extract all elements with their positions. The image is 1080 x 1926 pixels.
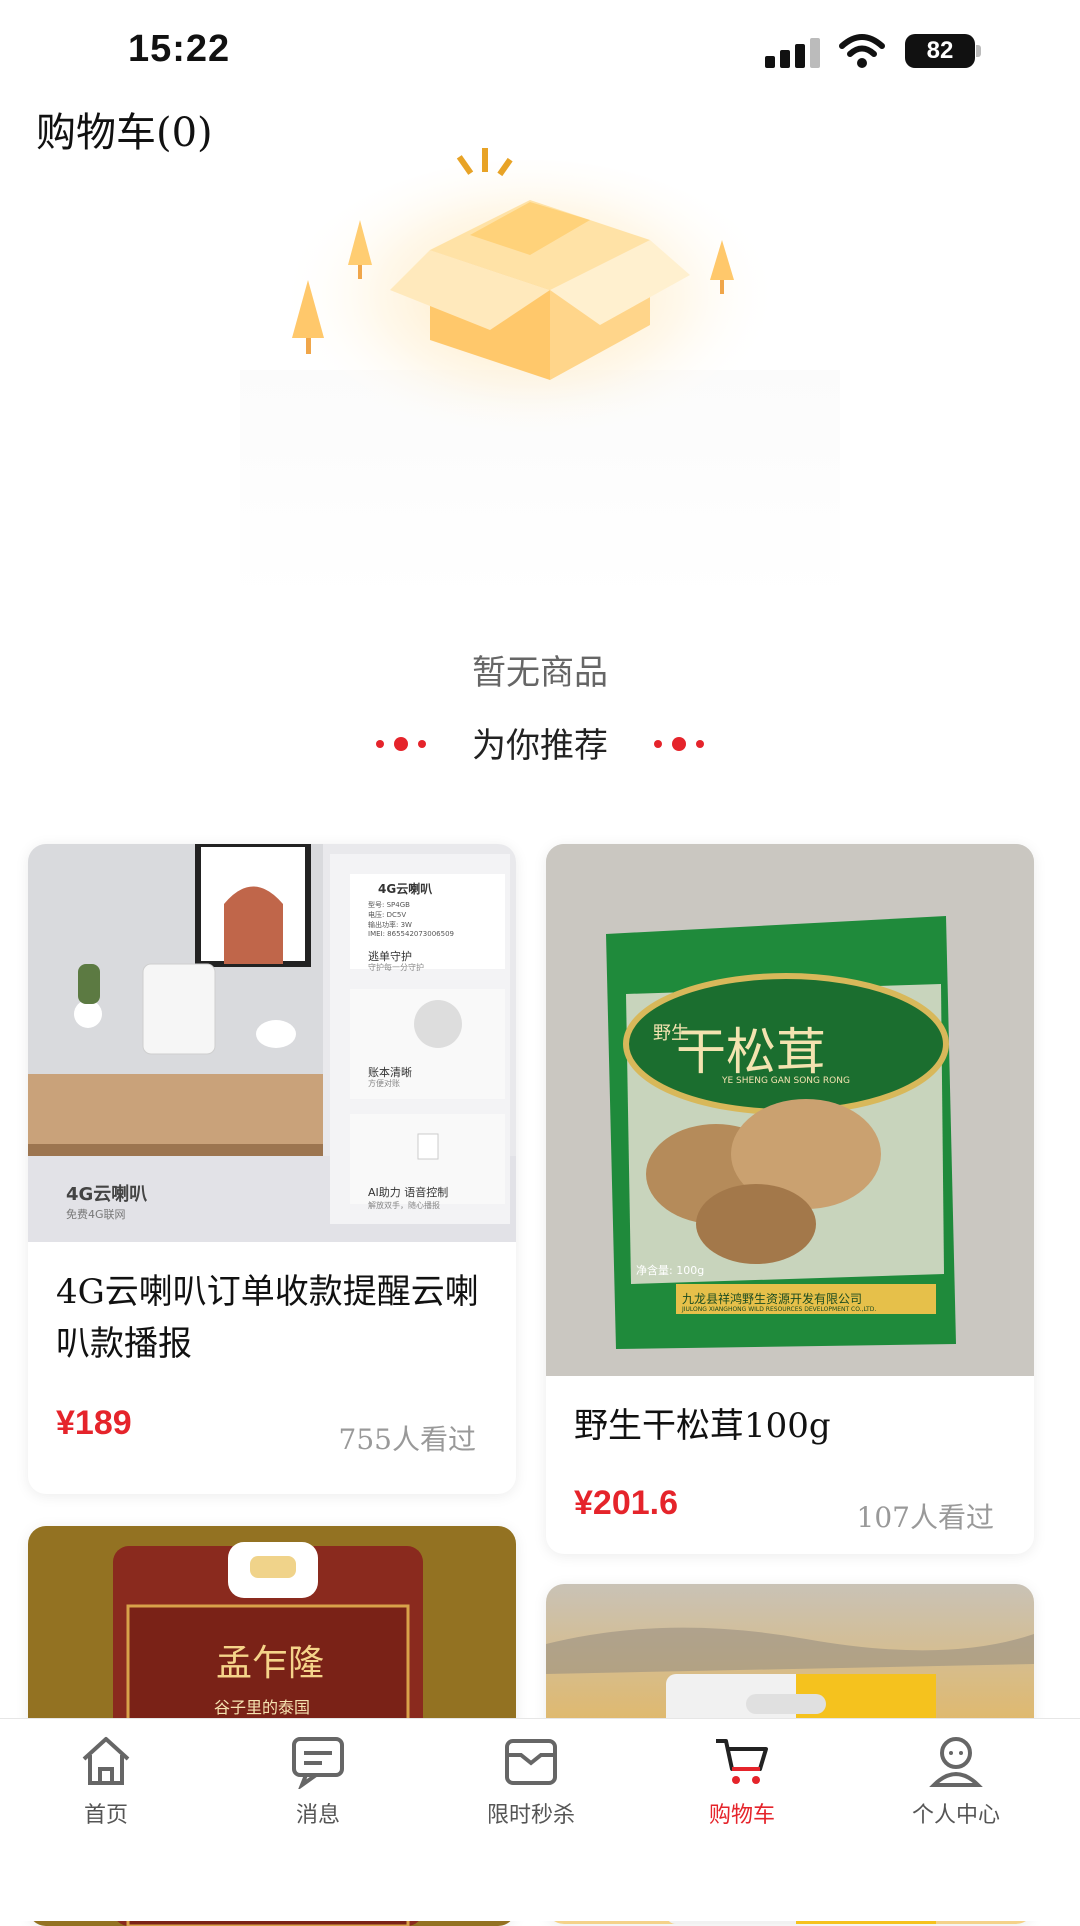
empty-cart-text: 暂无商品 xyxy=(472,653,608,693)
bag-pinyin: YE SHENG GAN SONG RONG xyxy=(722,1076,850,1086)
spec-line: 型号: SP4GB xyxy=(368,901,410,909)
tab-label: 购物车 xyxy=(708,1803,775,1828)
tab-flash-sale[interactable]: 限时秒杀 xyxy=(451,1733,611,1829)
page-title: 购物车(0) xyxy=(36,110,213,156)
panel-label: AI助力 语音控制 xyxy=(368,1186,449,1199)
product-image[interactable]: 野生 干松茸 YE SHENG GAN SONG RONG 净含量: 100g … xyxy=(546,844,1034,1376)
product-card[interactable]: 4G云喇叭 免费4G联网 4G云喇叭 型号: SP4GB 电压: DC5V 输出… xyxy=(28,844,516,1494)
wifi-icon xyxy=(839,34,885,68)
flash-sale-icon xyxy=(505,1739,557,1785)
profile-icon xyxy=(929,1737,983,1787)
battery-icon: 82 xyxy=(905,34,981,68)
tab-label: 限时秒杀 xyxy=(486,1803,575,1828)
decor-dots-right xyxy=(649,733,709,752)
product-image[interactable]: 4G云喇叭 免费4G联网 4G云喇叭 型号: SP4GB 电压: DC5V 输出… xyxy=(28,844,516,1242)
product-name[interactable]: 野生干松茸100g xyxy=(574,1400,1006,1452)
spec-title: 4G云喇叭 xyxy=(378,882,433,896)
product-name[interactable]: 4G云喇叭订单收款提醒云喇叭款播报 xyxy=(56,1266,488,1370)
image-subtitle: 免费4G联网 xyxy=(66,1208,126,1221)
cellular-signal-icon xyxy=(765,38,825,68)
product-views: 107人看过 xyxy=(856,1501,994,1534)
tab-cart[interactable]: 购物车 xyxy=(662,1733,822,1829)
empty-box-illustration xyxy=(240,148,840,600)
spec-line: 电压: DC5V xyxy=(368,911,407,919)
tab-messages[interactable]: 消息 xyxy=(238,1733,398,1829)
product-card[interactable]: 野生 干松茸 YE SHENG GAN SONG RONG 净含量: 100g … xyxy=(546,844,1034,1554)
product-price: ¥201.6 xyxy=(574,1484,678,1522)
decor-dots-left xyxy=(371,733,431,752)
spec-line: IMEI: 865542073006509 xyxy=(368,930,454,938)
bottom-tab-bar: 首页 消息 限时秒杀 购物车 个人中心 xyxy=(0,1718,1080,1921)
bag-company-en: JIULONG XIANGHONG WILD RESOURCES DEVELOP… xyxy=(682,1306,877,1313)
product-price: ¥189 xyxy=(56,1404,132,1442)
product-views: 755人看过 xyxy=(338,1423,476,1456)
tab-label: 首页 xyxy=(83,1803,128,1828)
home-icon xyxy=(82,1737,130,1785)
message-icon xyxy=(292,1737,344,1791)
recommend-title: 为你推荐 xyxy=(472,726,608,766)
status-time: 15:22 xyxy=(128,28,231,70)
rice-tagline: 谷子里的泰国 xyxy=(214,1698,311,1717)
tab-label: 个人中心 xyxy=(911,1803,1000,1828)
recommend-header: 为你推荐 xyxy=(0,718,1080,774)
bag-brand: 干松茸 xyxy=(676,1023,826,1081)
bag-company: 九龙县祥鸿野生资源开发有限公司 xyxy=(682,1292,863,1306)
rice-brand: 孟乍隆 xyxy=(216,1643,325,1684)
spec-line: 输出功率: 3W xyxy=(368,921,412,929)
panel-sublabel: 解放双手，随心播报 xyxy=(368,1201,440,1210)
battery-level: 82 xyxy=(905,34,975,68)
tab-profile[interactable]: 个人中心 xyxy=(876,1733,1036,1829)
bag-weight: 净含量: 100g xyxy=(636,1264,705,1277)
status-bar: 15:22 82 xyxy=(0,0,1080,100)
cart-icon xyxy=(716,1739,768,1784)
image-title: 4G云喇叭 xyxy=(66,1184,148,1205)
panel-sublabel: 守护每一分守护 xyxy=(368,963,424,972)
tab-home[interactable]: 首页 xyxy=(26,1733,186,1829)
tab-label: 消息 xyxy=(295,1803,340,1828)
panel-sublabel: 方便对账 xyxy=(368,1079,400,1088)
